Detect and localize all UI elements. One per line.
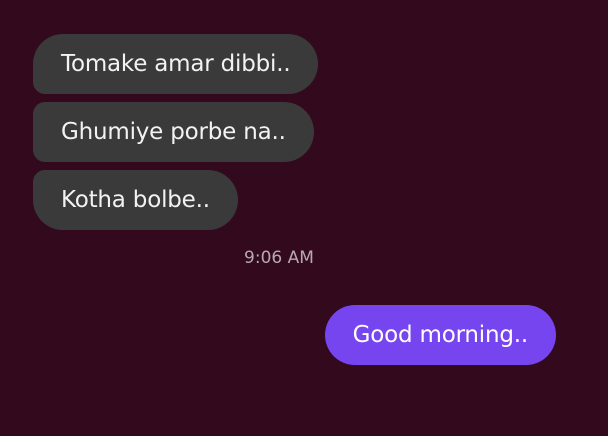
- message-timestamp: 9:06 AM: [244, 248, 314, 268]
- outgoing-message[interactable]: Good morning..: [324, 305, 556, 365]
- incoming-message[interactable]: Ghumiye porbe na..: [33, 102, 314, 162]
- incoming-message[interactable]: Kotha bolbe..: [33, 170, 238, 230]
- incoming-message[interactable]: Tomake amar dibbi..: [33, 34, 319, 94]
- message-thread: Tomake amar dibbi.. Ghumiye porbe na.. K…: [0, 0, 608, 436]
